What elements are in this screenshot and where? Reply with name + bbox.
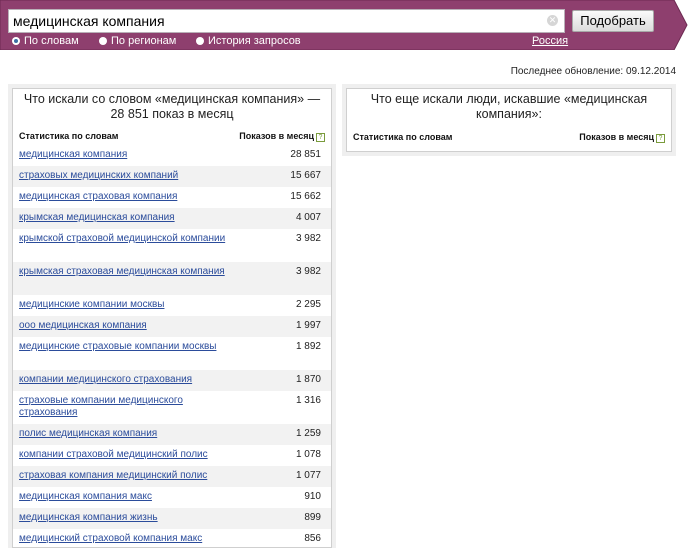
column-count-label: Показов в месяц [239,131,314,141]
keyword-link[interactable]: страховая компания медицинский полис [19,470,229,482]
related-words-panel: Что искали со словом «медицинская компан… [12,88,332,548]
keyword-link[interactable]: крымская страховая медицинская компания [19,266,229,278]
table-header: Статистика по словам Показов в месяц? [13,131,331,145]
keyword-link[interactable]: медицинский страховой компания макс [19,533,229,545]
impressions-count: 1 259 [295,428,321,439]
impressions-count: 2 295 [295,299,321,310]
keyword-link[interactable]: медицинская компания жизнь [19,512,229,524]
table-row: медицинская компания 28 851 [13,145,331,166]
keyword-table: медицинская компания 28 851 страховых меди… [13,145,331,547]
impressions-count: 856 [304,533,321,544]
keyword-link[interactable]: полис медицинская компания [19,428,229,440]
impressions-count: 1 870 [295,374,321,385]
keyword-link[interactable]: крымская медицинская компания [19,212,229,224]
table-row: компании страховой медицинский полис 1 07… [13,445,331,466]
table-row: медицинские компании москвы 2 295 [13,295,331,316]
keyword-link[interactable]: медицинские страховые компании москвы [19,341,229,353]
impressions-count: 1 077 [295,470,321,481]
search-field[interactable]: ✕ [8,9,565,33]
column-count: Показов в месяц? [579,132,665,143]
panel-title: Что еще искали люди, искавшие «медицинск… [370,92,648,121]
radio-icon[interactable] [99,37,107,45]
impressions-count: 899 [304,512,321,523]
table-row: крымская медицинская компания 4 007 [13,208,331,229]
table-row: ооо медицинская компания 1 997 [13,316,331,337]
impressions-count: 15 667 [290,170,321,181]
table-row: компании медицинского страхования 1 870 [13,370,331,391]
table-row: крымской страховой медицинской компании 3… [13,229,331,262]
table-row: медицинская компания макс 910 [13,487,331,508]
table-row: медицинские страховые компании москвы 1 8… [13,337,331,370]
mode-label: История запросов [208,35,301,47]
column-keyword: Статистика по словам [19,131,119,141]
impressions-count: 1 078 [295,449,321,460]
keyword-link[interactable]: компании медицинского страхования [19,374,229,386]
table-row: страховых медицинских компаний 15 667 [13,166,331,187]
mode-label: По регионам [111,35,177,47]
impressions-count: 28 851 [290,149,321,160]
impressions-count: 1 316 [295,395,321,406]
keyword-link[interactable]: медицинская компания макс [19,491,229,503]
impressions-count: 1 892 [295,341,321,352]
radio-icon[interactable] [196,37,204,45]
mode-history[interactable]: История запросов [196,35,301,47]
keyword-link[interactable]: медицинская страховая компания [19,191,229,203]
table-row: страховые компании медицинского страхова… [13,391,331,424]
table-row: медицинская компания жизнь 899 [13,508,331,529]
table-row: медицинская страховая компания 15 662 [13,187,331,208]
keyword-link[interactable]: ооо медицинская компания [19,320,229,332]
clear-icon[interactable]: ✕ [547,15,558,26]
impressions-count: 4 007 [295,212,321,223]
last-updated: Последнее обновление: 09.12.2014 [510,66,676,77]
table-row: крымская страховая медицинская компания 3… [13,262,331,295]
impressions-count: 910 [304,491,321,502]
keyword-link[interactable]: компании страховой медицинский полис [19,449,229,461]
mode-by-regions[interactable]: По регионам [99,35,176,47]
table-row: медицинский страховой компания макс 856 [13,529,331,547]
table-header: Статистика по словам Показов в месяц? [347,132,671,146]
panel-title: Что искали со словом «медицинская компан… [23,92,321,121]
keyword-link[interactable]: страховые компании медицинского страхова… [19,395,229,419]
help-icon[interactable]: ? [316,133,325,142]
keyword-link[interactable]: крымской страховой медицинской компании [19,233,229,245]
column-count-label: Показов в месяц [579,132,654,142]
impressions-count: 15 662 [290,191,321,202]
mode-label: По словам [24,35,79,47]
search-bar: ✕ Подобрать По словам По регионам Истори… [0,0,688,50]
radio-icon[interactable] [12,37,20,45]
region-link[interactable]: Россия [532,35,568,47]
table-row: страховая компания медицинский полис 1 07… [13,466,331,487]
keyword-link[interactable]: медицинская компания [19,149,229,161]
keyword-link[interactable]: медицинские компании москвы [19,299,229,311]
mode-by-words[interactable]: По словам [12,35,79,47]
also-searched-panel: Что еще искали люди, искавшие «медицинск… [346,88,672,152]
impressions-count: 3 982 [295,233,321,244]
keyword-link[interactable]: страховых медицинских компаний [19,170,229,182]
impressions-count: 1 997 [295,320,321,331]
column-keyword: Статистика по словам [353,132,453,142]
help-icon[interactable]: ? [656,134,665,143]
table-row: полис медицинская компания 1 259 [13,424,331,445]
submit-button[interactable]: Подобрать [572,10,654,32]
impressions-count: 3 982 [295,266,321,277]
search-input[interactable] [13,11,533,31]
column-count: Показов в месяц? [239,131,325,142]
